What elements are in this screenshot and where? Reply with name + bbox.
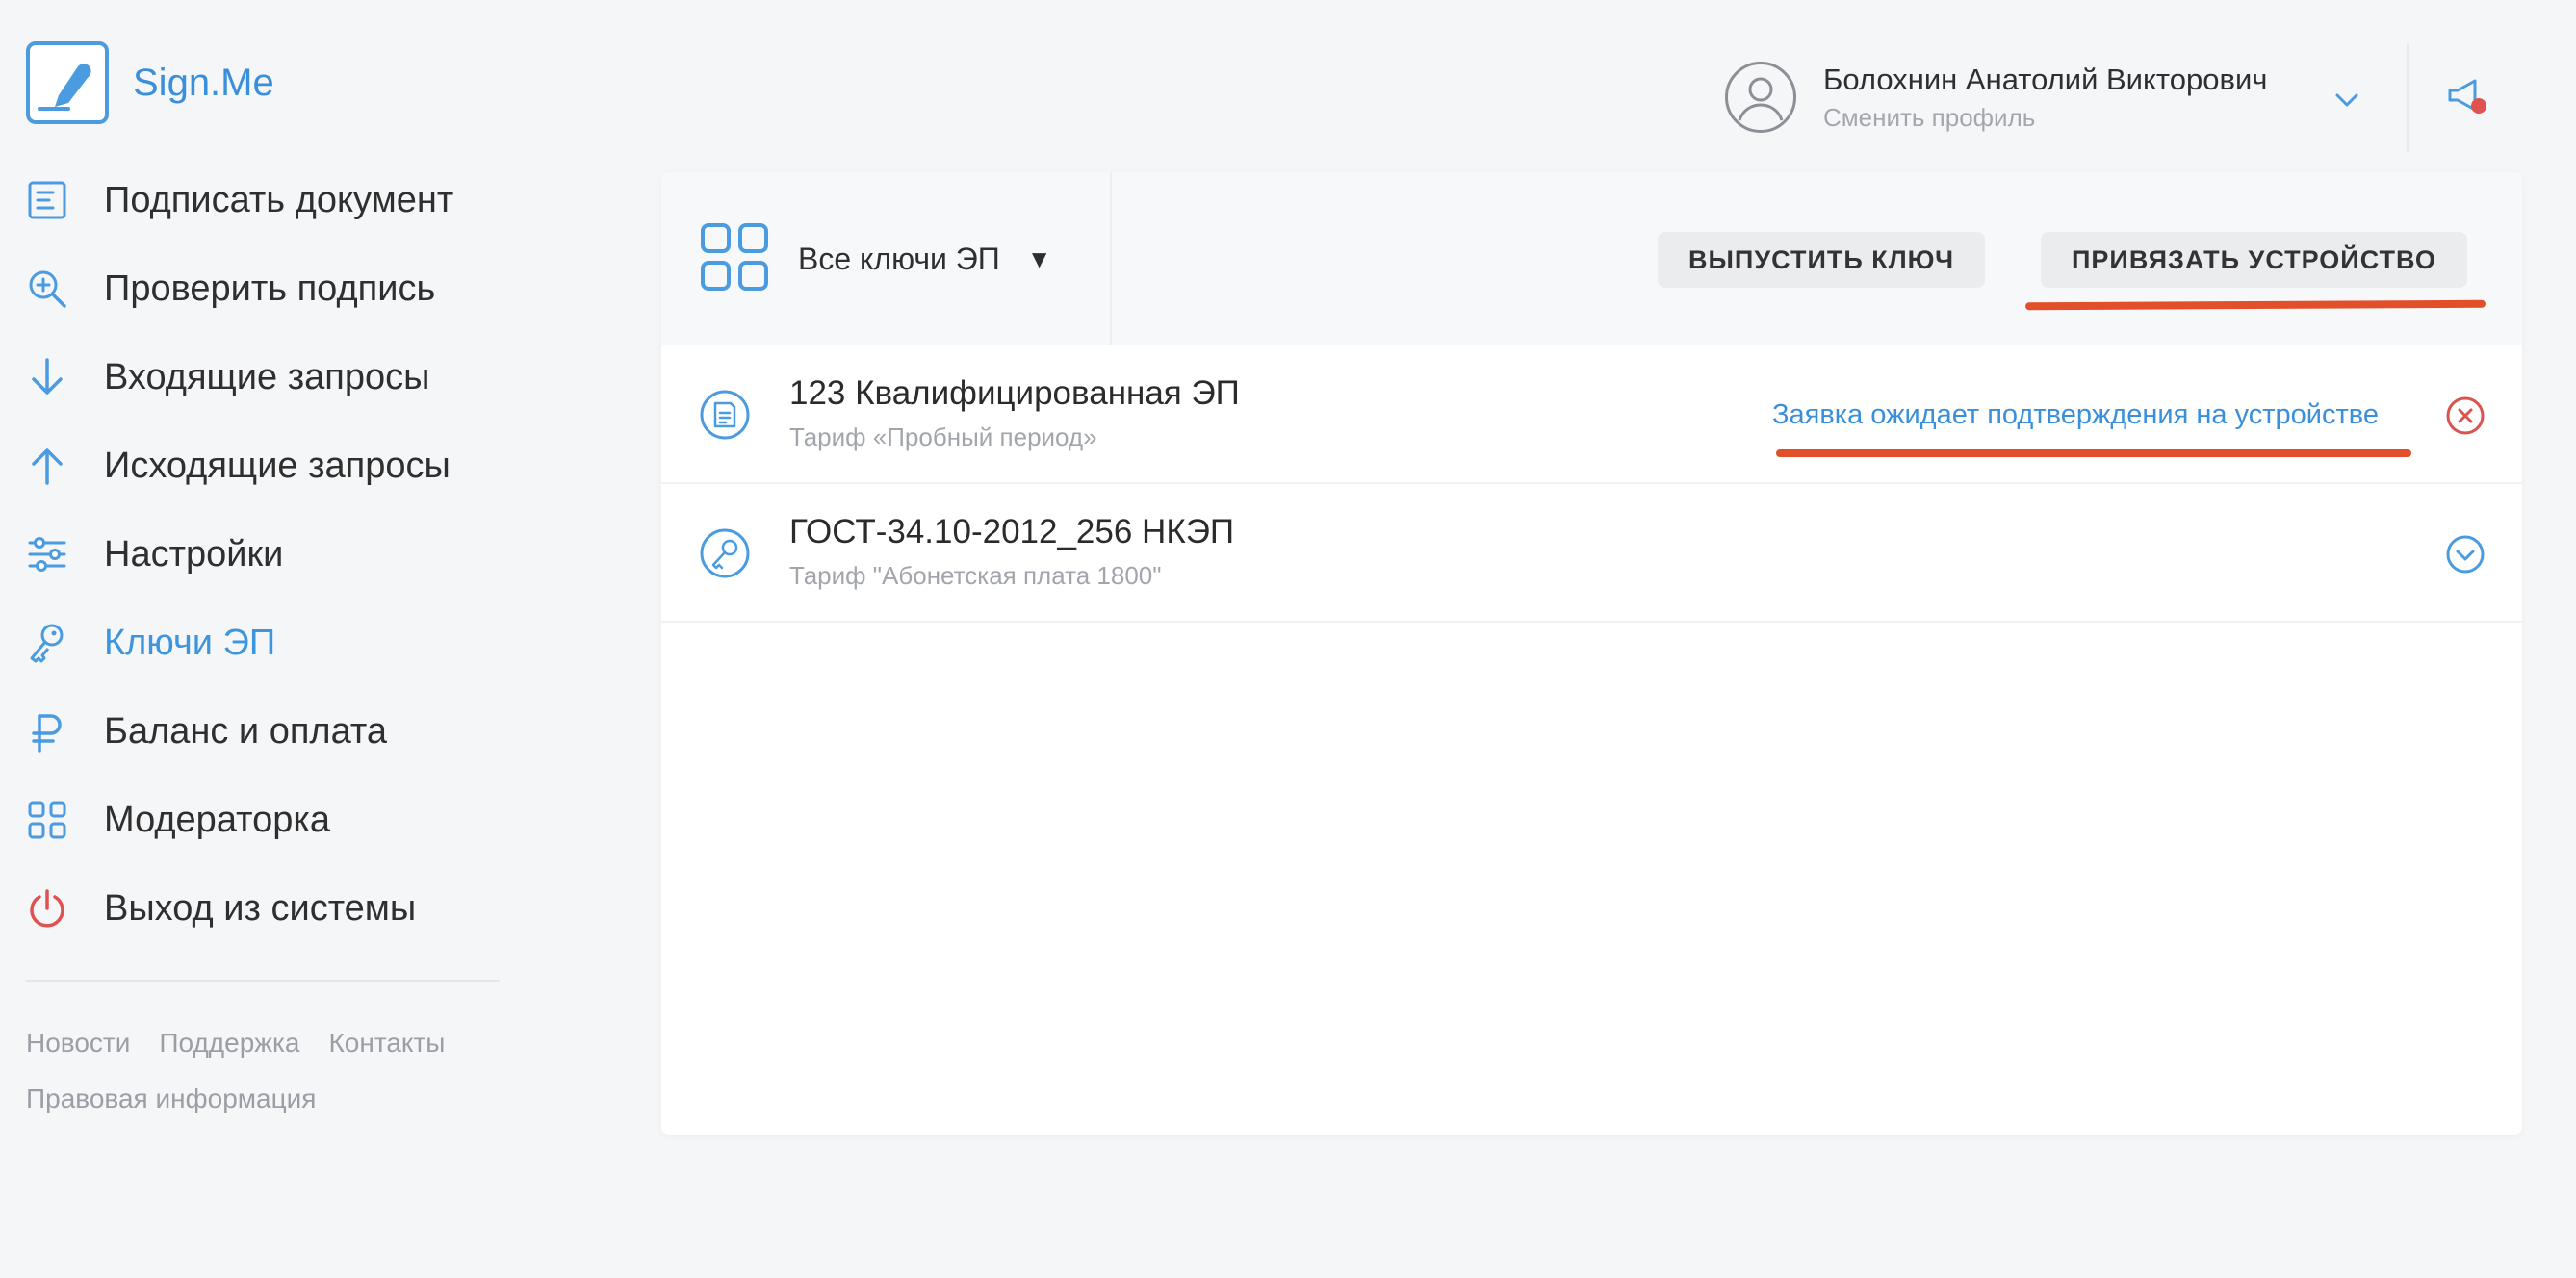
key-tariff: Тариф "Абонетская плата 1800" [789, 561, 1162, 590]
sidebar-item-label: Выход из системы [104, 887, 417, 929]
filter-label: Все ключи ЭП [798, 241, 1000, 276]
highlight-underline [1776, 449, 2411, 457]
notifications-button[interactable] [2407, 44, 2526, 152]
sidebar-item-sign-document[interactable]: Подписать документ [26, 156, 453, 244]
ruble-icon [26, 710, 68, 753]
sidebar-item-label: Баланс и оплата [104, 710, 387, 752]
grid-icon [26, 799, 68, 841]
sliders-icon [26, 533, 68, 575]
sidebar-item-incoming[interactable]: Входящие запросы [26, 333, 453, 422]
sidebar-nav: Подписать документ Проверить подпись Вхо… [26, 156, 453, 953]
chevron-down-icon[interactable] [2331, 85, 2362, 120]
sidebar-divider [26, 980, 500, 982]
close-circle-icon[interactable] [2445, 396, 2486, 436]
footer-links: Новости Поддержка Контакты Правовая инфо… [26, 1028, 527, 1139]
user-name: Болохнин Анатолий Викторович [1823, 62, 2268, 96]
avatar [1725, 62, 1796, 133]
power-icon [26, 887, 68, 930]
arrow-down-icon [26, 356, 68, 398]
sidebar-item-balance[interactable]: Баланс и оплата [26, 687, 453, 776]
key-row[interactable]: 123 Квалифицированная ЭП Тариф «Пробный … [661, 345, 2522, 484]
keys-toolbar: Все ключи ЭП ▼ ВЫПУСТИТЬ КЛЮЧ ПРИВЯЗАТЬ … [661, 172, 2522, 345]
sidebar-item-moderation[interactable]: Модераторка [26, 776, 453, 864]
key-tariff: Тариф «Пробный период» [789, 422, 1097, 451]
pen-icon [26, 41, 109, 124]
link-support[interactable]: Поддержка [159, 1028, 299, 1059]
sidebar-item-settings[interactable]: Настройки [26, 510, 453, 599]
key-status-link[interactable]: Заявка ожидает подтверждения на устройст… [1772, 399, 2379, 431]
key-title: 123 Квалифицированная ЭП [789, 374, 1240, 412]
document-seal-icon [698, 388, 752, 442]
sidebar-item-label: Исходящие запросы [104, 445, 451, 486]
sidebar-item-keys[interactable]: Ключи ЭП [26, 599, 453, 687]
link-legal[interactable]: Правовая информация [26, 1084, 316, 1114]
switch-profile-link[interactable]: Сменить профиль [1823, 103, 2267, 133]
link-news[interactable]: Новости [26, 1028, 130, 1059]
keys-panel: Все ключи ЭП ▼ ВЫПУСТИТЬ КЛЮЧ ПРИВЯЗАТЬ … [661, 172, 2522, 1135]
sidebar-item-label: Модераторка [104, 799, 330, 840]
key-title: ГОСТ-34.10-2012_256 НКЭП [789, 513, 1235, 550]
key-row[interactable]: ГОСТ-34.10-2012_256 НКЭП Тариф "Абонетск… [661, 484, 2522, 623]
sidebar-item-label: Настройки [104, 533, 284, 575]
sidebar-item-label: Проверить подпись [104, 268, 436, 309]
highlight-underline [2024, 299, 2486, 311]
key-icon [26, 622, 68, 664]
link-contacts[interactable]: Контакты [328, 1028, 445, 1059]
document-icon [26, 179, 68, 221]
app-name: Sign.Me [133, 61, 274, 104]
sidebar-item-logout[interactable]: Выход из системы [26, 864, 453, 953]
sidebar-item-label: Входящие запросы [104, 356, 430, 397]
user-profile[interactable]: Болохнин Анатолий Викторович Сменить про… [1725, 62, 2267, 133]
grid-icon [700, 222, 769, 296]
megaphone-icon [2442, 71, 2492, 126]
key-circle-icon [698, 526, 752, 580]
bind-device-button[interactable]: ПРИВЯЗАТЬ УСТРОЙСТВО [2041, 232, 2467, 288]
sidebar-item-label: Ключи ЭП [104, 622, 276, 663]
sidebar-item-label: Подписать документ [104, 179, 454, 220]
app-logo[interactable]: Sign.Me [26, 41, 274, 124]
search-check-icon [26, 268, 68, 310]
sidebar-item-verify-signature[interactable]: Проверить подпись [26, 244, 453, 333]
keys-filter-dropdown[interactable]: Все ключи ЭП ▼ [661, 172, 1112, 345]
issue-key-button[interactable]: ВЫПУСТИТЬ КЛЮЧ [1658, 232, 1986, 288]
sidebar-item-outgoing[interactable]: Исходящие запросы [26, 422, 453, 510]
chevron-down-circle-icon[interactable] [2445, 534, 2486, 575]
arrow-up-icon [26, 445, 68, 487]
caret-down-icon: ▼ [1026, 243, 1052, 273]
